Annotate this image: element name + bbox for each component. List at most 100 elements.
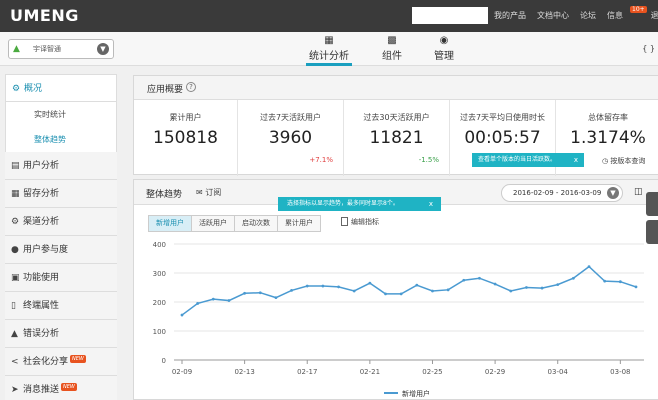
data-point — [227, 299, 231, 302]
stat-value: 11821 — [369, 128, 424, 148]
car-icon: ◉ — [439, 35, 449, 46]
stat-label: 过去7天平均日使用时长 — [459, 113, 546, 122]
function-icon: ▣ — [11, 273, 20, 283]
sidebar: ⚙ 概况 实时统计 整体趋势 ▤ 用户分析 ▦ 留存分析 ⚙ 渠道分析 ● 用户参与度 … — [5, 74, 117, 400]
x-tick-label: 02-21 — [360, 368, 380, 376]
y-tick-label: 300 — [153, 270, 166, 278]
bar-chart-icon: ▦ — [324, 35, 334, 46]
sidebar-item-share[interactable]: < 社会化分享 NEW — [5, 348, 117, 376]
sidebar-item-overview[interactable]: ⚙ 概况 — [5, 74, 117, 102]
android-icon: ▲ — [13, 44, 20, 54]
stat-value: 3960 — [268, 128, 313, 148]
data-point — [305, 284, 309, 288]
stat-value: 150818 — [153, 128, 218, 148]
main-nav: ▲ 宇译智通 ▼ ▦ 统计分析 ▩ 组件 ◉ 管理 { } — [0, 32, 658, 66]
data-point — [603, 279, 607, 283]
trend-panel: 整体趋势 ✉ 订阅 2016-02-09 - 2016-03-09 ▼ ◫ 选择… — [133, 179, 658, 400]
tab-components[interactable]: ▩ 组件 — [376, 35, 408, 66]
y-tick-label: 400 — [153, 241, 166, 249]
my-products-link[interactable]: 我的产品 — [494, 10, 526, 21]
tooltip-text: 查看单个版本的当日活跃数。 — [478, 156, 557, 163]
date-range-value: 2016-02-09 - 2016-03-09 — [513, 189, 602, 197]
sidebar-item-errors[interactable]: ▲ 错误分析 — [5, 320, 117, 348]
stat-total-users: 累计用户 150818 — [134, 100, 238, 176]
date-range-picker[interactable]: 2016-02-09 - 2016-03-09 ▼ — [501, 184, 623, 202]
data-point — [462, 278, 466, 282]
data-point — [540, 286, 544, 290]
tab-statistics[interactable]: ▦ 统计分析 — [306, 35, 352, 66]
sidebar-item-label: 功能使用 — [23, 273, 60, 283]
data-point — [258, 291, 262, 295]
stat-label: 累计用户 — [169, 113, 202, 122]
warning-icon: ▲ — [11, 329, 18, 339]
data-point — [634, 285, 638, 289]
retention-icon: ▦ — [11, 189, 20, 199]
tab-management[interactable]: ◉ 管理 — [428, 35, 460, 66]
stat-value: 1.3174% — [570, 128, 646, 148]
feedback-tab[interactable] — [646, 192, 658, 216]
tab-total-users[interactable]: 累计用户 — [277, 215, 321, 232]
gear-icon: ⚙ — [12, 84, 21, 94]
sidebar-item-push[interactable]: ➤ 消息推送 NEW — [5, 376, 117, 400]
data-point — [337, 285, 340, 289]
contact-tab[interactable] — [646, 220, 658, 244]
close-icon[interactable]: x — [574, 153, 578, 167]
push-icon: ➤ — [11, 385, 19, 395]
x-tick-label: 02-25 — [422, 368, 442, 376]
tab-new-users[interactable]: 新增用户 — [148, 215, 192, 232]
data-point — [415, 283, 419, 287]
tooltip-text: 选择指标以显示趋势，最多同时显示8个。 — [287, 200, 399, 207]
tab-launches[interactable]: 启动次数 — [234, 215, 278, 232]
panel-title: 整体趋势 — [146, 190, 183, 200]
app-overview-panel: 应用概要 ? 累计用户 150818 过去7天活跃用户 3960 +7.1% 过… — [133, 75, 658, 176]
edit-metrics-button[interactable]: 编辑指标 — [341, 217, 379, 227]
help-icon[interactable]: ? — [186, 82, 196, 92]
data-point — [478, 276, 481, 280]
metric-tabs: 新增用户 活跃用户 启动次数 累计用户 — [148, 215, 321, 232]
top-links: 我的产品 文档中心 论坛 信息10+ 退出 — [494, 6, 658, 21]
sidebar-item-retention[interactable]: ▦ 留存分析 — [5, 180, 117, 208]
search-input[interactable] — [412, 7, 488, 24]
data-point — [352, 289, 356, 293]
channel-icon: ⚙ — [11, 217, 20, 227]
logout-link[interactable]: 退出 — [651, 10, 658, 21]
panel-header: 应用概要 ? — [134, 76, 658, 100]
sidebar-subitem-trend[interactable]: 整体趋势 — [5, 127, 117, 152]
data-point — [211, 297, 215, 301]
version-query-link[interactable]: ◷ 按版本查询 — [602, 156, 645, 166]
data-point — [290, 289, 293, 292]
tab-statistics-label: 统计分析 — [309, 51, 349, 62]
data-point — [243, 291, 247, 295]
stat-value: 00:05:57 — [464, 128, 541, 148]
code-icon[interactable]: { } — [642, 44, 655, 53]
sidebar-subitem-realtime[interactable]: 实时统计 — [5, 102, 117, 127]
tab-active-users[interactable]: 活跃用户 — [191, 215, 235, 232]
subscribe-button[interactable]: ✉ 订阅 — [196, 187, 221, 198]
close-icon[interactable]: x — [429, 197, 433, 211]
data-point — [571, 276, 575, 280]
sidebar-item-engagement[interactable]: ● 用户参与度 — [5, 236, 117, 264]
sidebar-item-label: 消息推送 — [23, 385, 60, 395]
x-tick-label: 02-13 — [234, 368, 254, 376]
sidebar-item-label: 概况 — [24, 84, 43, 94]
y-tick-label: 200 — [153, 299, 166, 307]
trash-icon[interactable]: ◫ — [634, 187, 643, 197]
x-tick-label: 03-08 — [610, 368, 630, 376]
umeng-logo[interactable]: UMENG — [10, 6, 79, 25]
sidebar-item-device[interactable]: ▯ 终端属性 — [5, 292, 117, 320]
app-selector[interactable]: ▲ 宇译智通 ▼ — [8, 39, 114, 59]
bar-chart-icon: ▤ — [11, 161, 20, 171]
panel-title: 应用概要 — [147, 85, 184, 95]
chevron-down-icon: ▼ — [607, 187, 619, 199]
data-point — [399, 292, 403, 296]
sidebar-item-user-analysis[interactable]: ▤ 用户分析 — [5, 152, 117, 180]
y-tick-label: 0 — [162, 357, 166, 365]
sidebar-item-function[interactable]: ▣ 功能使用 — [5, 264, 117, 292]
forum-link[interactable]: 论坛 — [580, 10, 596, 21]
sidebar-item-channel[interactable]: ⚙ 渠道分析 — [5, 208, 117, 236]
docs-center-link[interactable]: 文档中心 — [537, 10, 569, 21]
messages-link[interactable]: 信息10+ — [607, 6, 647, 21]
stat-change: +7.1% — [309, 156, 333, 164]
document-icon — [341, 217, 348, 226]
x-tick-label: 02-09 — [172, 368, 192, 376]
